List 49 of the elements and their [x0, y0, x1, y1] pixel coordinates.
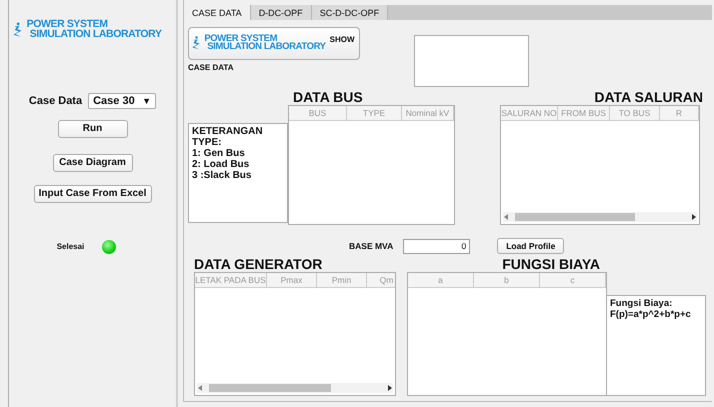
- section-title: DATA GENERATOR: [194, 257, 324, 272]
- legend-text: TYPE:: [192, 137, 222, 148]
- base-mva-label: BASE MVA: [349, 241, 394, 251]
- column-header: TYPE: [347, 106, 402, 121]
- section-title: DATA SALURAN: [594, 90, 703, 105]
- horizontal-scrollbar[interactable]: [503, 212, 697, 222]
- column-header: c: [540, 273, 606, 288]
- column-header: SALURAN NO: [501, 106, 558, 121]
- logo-text: POWER SYSTEM: [26, 20, 108, 30]
- tab[interactable]: SC-D-DC-OPF: [312, 5, 388, 20]
- case-data-caption: CASE DATA: [188, 63, 234, 72]
- formula-text: Fungsi Biaya:: [610, 298, 674, 309]
- section-title: DATA BUS: [293, 90, 364, 105]
- left-arrow-icon[interactable]: [197, 384, 203, 392]
- column-header: BUS: [289, 106, 347, 121]
- tab[interactable]: CASE DATA: [184, 5, 251, 20]
- column-header: R: [660, 106, 699, 121]
- base-mva-field[interactable]: 0: [403, 238, 470, 254]
- case-diagram-button[interactable]: Case Diagram: [52, 154, 132, 172]
- caret-icon: ▼: [142, 96, 152, 106]
- column-header: FROM BUS: [558, 106, 610, 121]
- logo-text: POWER SYSTEM: [204, 34, 278, 44]
- logo-text: SIMULATION LABORATORY: [207, 43, 326, 52]
- status-label: Selesai: [56, 242, 84, 252]
- section-title: FUNGSI BIAYA: [502, 257, 600, 272]
- column-header: Nominal kV: [402, 106, 454, 121]
- column-header: a: [408, 273, 474, 288]
- formula-text: F(p)=a*p^2+b*p+c: [610, 309, 692, 320]
- case-data-label: Case Data: [28, 94, 82, 107]
- left-arrow-icon[interactable]: [503, 213, 509, 221]
- input-excel-button[interactable]: Input Case From Excel: [34, 184, 152, 203]
- right-arrow-icon[interactable]: [691, 213, 697, 221]
- legend-text: KETERANGAN: [192, 126, 264, 137]
- column-header: LETAK PADA BUS: [195, 273, 267, 288]
- run-button[interactable]: Run: [58, 120, 128, 138]
- logo-text: SIMULATION LABORATORY: [28, 30, 162, 40]
- column-header: Pmax: [267, 273, 317, 288]
- column-header: b: [474, 273, 540, 288]
- legend-text: 1: Gen Bus: [192, 148, 246, 159]
- legend-text: 2: Load Bus: [192, 159, 250, 170]
- column-header: TO BUS: [610, 106, 660, 121]
- case-dropdown[interactable]: Case 30 ▼: [88, 92, 156, 109]
- column-header: Pmin: [317, 273, 367, 288]
- column-header: Qm: [367, 273, 395, 288]
- right-arrow-icon[interactable]: [387, 384, 393, 392]
- tab[interactable]: D-DC-OPF: [250, 5, 312, 20]
- horizontal-scrollbar[interactable]: [197, 383, 393, 393]
- legend-text: 3 :Slack Bus: [192, 170, 252, 181]
- load-profile-button[interactable]: Load Profile: [497, 238, 564, 254]
